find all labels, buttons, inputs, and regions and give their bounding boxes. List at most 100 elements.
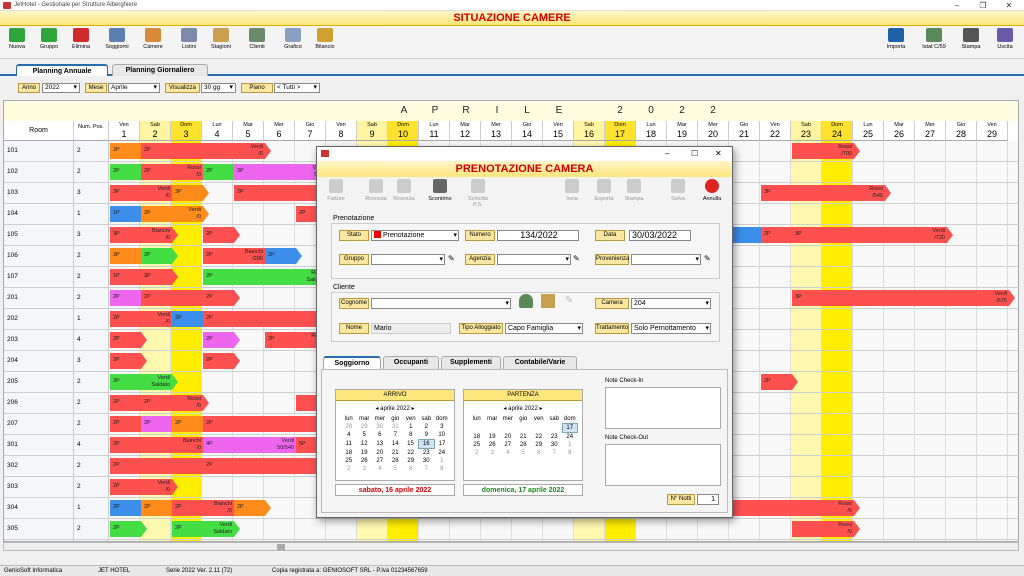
day-cell[interactable] bbox=[760, 393, 791, 413]
booking-bar[interactable]: 2P Verdi Saldato bbox=[172, 521, 240, 537]
day-cell[interactable] bbox=[915, 246, 946, 266]
booking-bar[interactable]: 3P Rossi/540 bbox=[761, 185, 891, 201]
cognome-label[interactable]: Cognome bbox=[339, 298, 369, 309]
calendar-day[interactable]: 26 bbox=[357, 457, 373, 465]
day-cell[interactable] bbox=[760, 162, 791, 182]
day-cell[interactable] bbox=[543, 519, 574, 539]
day-cell[interactable] bbox=[729, 414, 760, 434]
calendar-day[interactable]: 1 bbox=[434, 457, 450, 465]
calendar-day[interactable]: 1 bbox=[403, 423, 419, 431]
calendar-day[interactable]: 25 bbox=[341, 457, 357, 465]
booking-bar[interactable]: 2P bbox=[110, 521, 147, 537]
day-cell[interactable] bbox=[853, 162, 884, 182]
day-cell[interactable] bbox=[822, 393, 853, 413]
arrivo-calendar[interactable]: ARRIVO ◂ aprile 2022 ▸ lun mar mer gio ven sab d… bbox=[335, 389, 455, 481]
day-cell[interactable] bbox=[946, 267, 977, 287]
day-cell[interactable] bbox=[729, 183, 760, 203]
day-cell[interactable] bbox=[729, 309, 760, 329]
booking-bar[interactable]: 2P bbox=[265, 248, 302, 264]
calendar-day[interactable]: 8 bbox=[562, 449, 578, 457]
calendar-day[interactable]: 24 bbox=[434, 449, 450, 458]
room-number[interactable]: 205 bbox=[4, 372, 74, 392]
partenza-calendar[interactable]: PARTENZA ◂ aprile 2022 ▸ lun mar mer gio ven sa… bbox=[463, 389, 583, 481]
agenzia-select[interactable] bbox=[497, 254, 571, 265]
day-cell[interactable] bbox=[667, 519, 698, 539]
dialog-salva-button[interactable]: Salva bbox=[663, 179, 693, 202]
day-cell[interactable] bbox=[729, 393, 760, 413]
booking-bar[interactable]: 3P Verdi/675 bbox=[792, 290, 1015, 306]
toolbar-elimina-button[interactable]: Elimina bbox=[68, 28, 94, 50]
day-cell[interactable] bbox=[729, 267, 760, 287]
day-cell[interactable] bbox=[760, 204, 791, 224]
day-cell[interactable] bbox=[822, 309, 853, 329]
day-cell[interactable] bbox=[264, 351, 295, 371]
day-cell[interactable] bbox=[791, 456, 822, 476]
booking-bar[interactable]: 3P Verdi Saldato bbox=[110, 374, 178, 390]
calendar-day[interactable]: 8 bbox=[434, 465, 450, 473]
day-cell[interactable] bbox=[946, 477, 977, 497]
camera-label[interactable]: Camera bbox=[595, 298, 629, 309]
calendar-day[interactable]: 25 bbox=[469, 441, 485, 449]
day-cell[interactable] bbox=[791, 162, 822, 182]
calendar-day[interactable]: 2 bbox=[341, 465, 357, 473]
day-cell[interactable] bbox=[977, 456, 1008, 476]
booking-bar[interactable]: 2P Bianchi/0 bbox=[172, 500, 240, 516]
toolbar-importa-button[interactable]: Importa bbox=[883, 28, 909, 50]
day-cell[interactable] bbox=[977, 309, 1008, 329]
day-cell[interactable] bbox=[853, 393, 884, 413]
day-cell[interactable] bbox=[729, 204, 760, 224]
day-cell[interactable] bbox=[729, 141, 760, 161]
provenienza-label[interactable]: Provenienza bbox=[595, 254, 629, 265]
gruppo-edit-icon[interactable]: ✎ bbox=[448, 254, 455, 263]
booking-bar[interactable]: 2P Rossi/0 bbox=[141, 395, 209, 411]
day-cell[interactable] bbox=[729, 246, 760, 266]
mese-select[interactable]: Aprile bbox=[108, 83, 160, 93]
day-cell[interactable] bbox=[884, 435, 915, 455]
day-cell[interactable] bbox=[915, 456, 946, 476]
dialog-maximize-button[interactable]: ☐ bbox=[691, 149, 698, 158]
toolbar-uscita-button[interactable]: Uscita bbox=[992, 28, 1018, 50]
day-cell[interactable] bbox=[388, 519, 419, 539]
booking-bar[interactable]: 3P Verdi/0 bbox=[110, 185, 178, 201]
day-cell[interactable] bbox=[791, 435, 822, 455]
booking-bar[interactable]: 3P Bianchi/0 bbox=[110, 227, 178, 243]
room-number[interactable]: 203 bbox=[4, 330, 74, 350]
tab-occupanti[interactable]: Occupanti bbox=[383, 356, 439, 369]
day-cell[interactable] bbox=[791, 246, 822, 266]
day-cell[interactable] bbox=[822, 372, 853, 392]
room-number[interactable]: 204 bbox=[4, 351, 74, 371]
day-cell[interactable] bbox=[977, 246, 1008, 266]
note-checkout-field[interactable] bbox=[605, 444, 721, 486]
day-cell[interactable] bbox=[233, 372, 264, 392]
day-cell[interactable] bbox=[946, 372, 977, 392]
tab-soggiorno[interactable]: Soggiorno bbox=[323, 356, 381, 369]
day-cell[interactable] bbox=[729, 288, 760, 308]
calendar-day[interactable]: 8 bbox=[403, 431, 419, 440]
day-cell[interactable] bbox=[977, 414, 1008, 434]
calendar-day[interactable]: 19 bbox=[485, 433, 501, 442]
day-cell[interactable] bbox=[822, 330, 853, 350]
trattamento-select[interactable]: Solo Pernottamento bbox=[631, 323, 711, 334]
calendar-day[interactable]: 14 bbox=[388, 440, 404, 449]
day-cell[interactable] bbox=[760, 330, 791, 350]
day-cell[interactable] bbox=[853, 246, 884, 266]
toolbar-gruppo-button[interactable]: Gruppo bbox=[36, 28, 62, 50]
calendar-day[interactable]: 30 bbox=[547, 441, 563, 449]
day-cell[interactable] bbox=[915, 183, 946, 203]
day-cell[interactable] bbox=[915, 435, 946, 455]
room-number[interactable]: 107 bbox=[4, 267, 74, 287]
day-cell[interactable] bbox=[822, 477, 853, 497]
day-cell[interactable] bbox=[977, 519, 1008, 539]
room-number[interactable]: 105 bbox=[4, 225, 74, 245]
day-cell[interactable] bbox=[760, 456, 791, 476]
camera-select[interactable]: 204 bbox=[631, 298, 711, 309]
cliente-add-icon[interactable] bbox=[519, 294, 533, 308]
day-cell[interactable] bbox=[946, 330, 977, 350]
day-cell[interactable] bbox=[946, 498, 977, 518]
day-cell[interactable] bbox=[884, 162, 915, 182]
calendar-day[interactable]: 20 bbox=[372, 449, 388, 458]
dialog-stampa-button[interactable]: Stampa bbox=[619, 179, 649, 202]
day-cell[interactable] bbox=[853, 351, 884, 371]
agenzia-edit-icon[interactable]: ✎ bbox=[573, 254, 580, 263]
day-cell[interactable] bbox=[915, 141, 946, 161]
